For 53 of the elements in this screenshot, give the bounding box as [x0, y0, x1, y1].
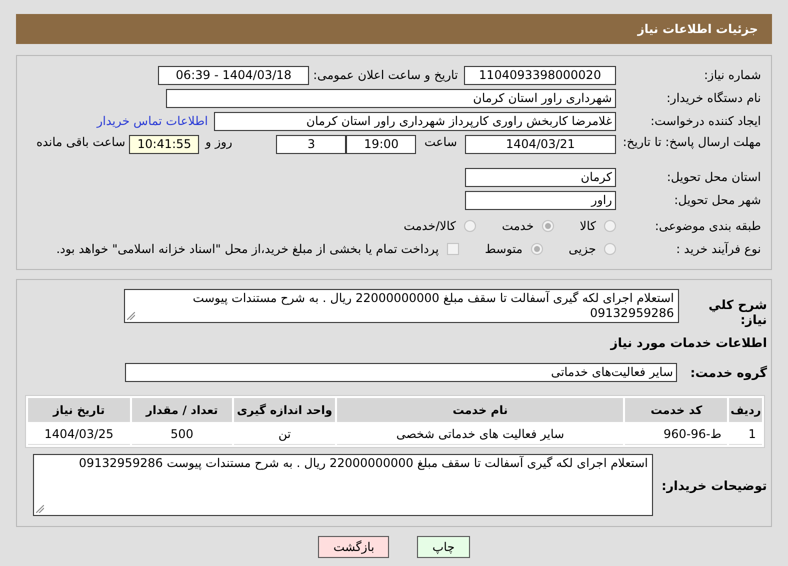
- page-title: جزئیات اطلاعات نیاز: [637, 22, 758, 36]
- field-label: ساعت: [424, 135, 457, 149]
- checkbox-label: پرداخت تمام یا بخشی از مبلغ خرید،از محل "اسناد خزانه اسلامی" خواهد بود.: [56, 242, 439, 256]
- radio-label: خدمت: [502, 218, 534, 232]
- city-field: راور: [465, 190, 616, 210]
- column-header: تاریخ نیاز: [28, 398, 130, 422]
- field-label: ایجاد کننده درخواست:: [649, 114, 761, 128]
- announce-date-field: 1404/03/18 - 06:39: [158, 66, 310, 84]
- field-label: روز و: [205, 135, 232, 149]
- field-label: شهر محل تحویل:: [673, 193, 761, 207]
- province-field: کرمان: [465, 168, 616, 186]
- remaining-time-field: 10:41:55: [129, 135, 200, 154]
- column-header: واحد اندازه گیری: [234, 398, 336, 422]
- radio-button[interactable]: [604, 243, 616, 255]
- radio-button[interactable]: [542, 220, 554, 232]
- radio-label: جزیی: [568, 242, 596, 256]
- description-field: استعلام اجرای لکه گیری آسفالت تا سقف مبلغ 22000000000 ریال . به شرح مستندات پیوست 09132959286: [124, 289, 679, 323]
- checkbox[interactable]: [446, 243, 459, 255]
- radio-button[interactable]: [464, 220, 476, 232]
- resize-grip-icon: [127, 312, 135, 320]
- need-number-field: 1104093398000020: [464, 66, 616, 84]
- field-label: شرح کلي نياز:: [708, 297, 767, 327]
- deadline-date-field: 1404/03/21: [465, 135, 616, 154]
- field-label: گروه خدمت:: [689, 364, 767, 380]
- field-label: ساعت باقی مانده: [36, 135, 126, 149]
- buyer-notes-field: استعلام اجرای لکه گیری آسفالت تا سقف مبلغ 22000000000 ریال . به شرح مستندات پیوست 09132959286: [33, 454, 653, 516]
- section-heading: اطلاعات خدمات مورد نیاز: [610, 334, 767, 350]
- days-field: 3: [276, 135, 346, 154]
- radio-label: متوسط: [484, 242, 523, 256]
- resize-grip-icon: [36, 505, 44, 513]
- column-header: کد خدمت: [625, 398, 728, 422]
- column-header: نام خدمت: [337, 398, 624, 422]
- field-label: طبقه بندی موضوعی:: [654, 218, 761, 232]
- back-button[interactable]: بازگشت: [318, 536, 390, 558]
- radio-button[interactable]: [604, 220, 616, 232]
- field-label: نوع فرآیند خرید :: [675, 242, 761, 256]
- field-label: نام دستگاه خریدار:: [666, 91, 761, 105]
- radio-label: کالا: [580, 218, 596, 232]
- contact-link[interactable]: اطلاعات تماس خریدار: [96, 114, 208, 128]
- field-label: توضیحات خریدار:: [660, 478, 767, 492]
- column-header: تعداد / مقدار: [132, 398, 232, 422]
- print-button[interactable]: چاپ: [417, 536, 470, 558]
- creator-field: غلامرضا کاربخش راوری کارپرداز شهرداری راور استان کرمان: [214, 112, 616, 130]
- field-label: مهلت ارسال پاسخ: تا تاریخ:: [622, 135, 761, 149]
- radio-label: کالا/خدمت: [404, 218, 456, 232]
- field-label: شماره نیاز:: [703, 68, 761, 82]
- column-header: ردیف: [729, 398, 762, 422]
- field-label: تاریخ و ساعت اعلان عمومی:: [313, 68, 458, 82]
- field-label: استان محل تحویل:: [666, 170, 761, 184]
- radio-button[interactable]: [530, 243, 543, 255]
- service-group-field: سایر فعالیت‌های خدماتی: [125, 362, 677, 382]
- deadline-time-field: 19:00: [346, 135, 416, 154]
- buyer-org-field: شهرداری راور استان کرمان: [166, 88, 616, 108]
